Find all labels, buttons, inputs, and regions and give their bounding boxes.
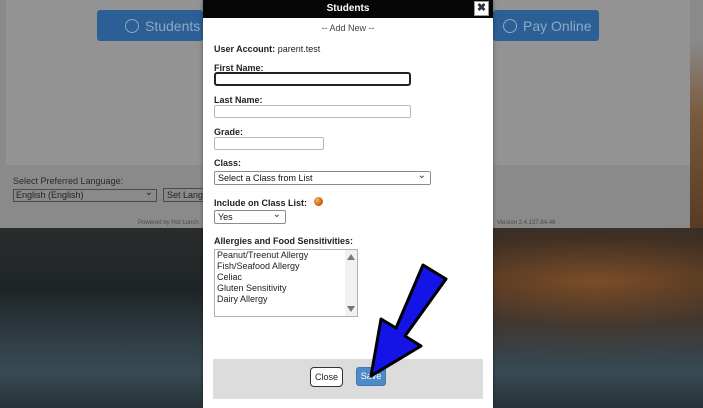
user-account-row: User Account: parent.test [214, 44, 320, 54]
version-text: Version 2.4.137.84.46 [497, 220, 556, 226]
pay-online-label: Pay Online [523, 17, 592, 34]
background-scenery-edge [690, 40, 703, 228]
user-account-label: User Account: [214, 44, 276, 54]
scroll-down-icon[interactable] [347, 306, 355, 312]
close-icon[interactable]: ✖ [474, 1, 489, 16]
powered-by-text: Powered by Hot Lunch [138, 220, 199, 226]
students-nav-label: Students [145, 17, 201, 34]
class-select-value: Select a Class from List [218, 173, 313, 183]
grade-field[interactable] [214, 137, 324, 150]
user-icon [503, 18, 517, 33]
grade-label: Grade: [214, 127, 244, 137]
class-label: Class: [214, 158, 242, 168]
include-class-list-select[interactable]: Yes ⌄ [214, 209, 286, 224]
allergy-option[interactable]: Celiac [215, 272, 357, 283]
language-select[interactable]: English (English) [13, 187, 157, 202]
save-button[interactable]: Save [356, 367, 386, 386]
first-name-field[interactable] [214, 72, 411, 86]
students-modal: Students ✖ -- Add New -- User Account: p… [203, 0, 493, 408]
add-new-heading: -- Add New -- [321, 23, 375, 33]
allergy-option[interactable]: Dairy Allergy [215, 294, 357, 305]
allergies-label: Allergies and Food Sensitivities: [214, 236, 354, 246]
last-name-field[interactable] [214, 105, 411, 118]
allergy-option[interactable]: Gluten Sensitivity [215, 283, 357, 294]
include-select-value: Yes [218, 212, 233, 222]
allergies-listbox[interactable]: Peanut/Treenut Allergy Fish/Seafood Alle… [214, 249, 358, 317]
class-select[interactable]: Select a Class from List ⌄ [214, 170, 431, 185]
close-button[interactable]: Close [310, 367, 343, 387]
allergy-option[interactable]: Peanut/Treenut Allergy [215, 250, 357, 261]
users-icon [125, 18, 139, 33]
modal-footer [213, 359, 483, 399]
pay-online-button[interactable]: Pay Online [493, 10, 599, 41]
user-account-value: parent.test [277, 44, 321, 54]
scroll-up-icon[interactable] [347, 254, 355, 260]
allergy-option[interactable]: Fish/Seafood Allergy [215, 261, 357, 272]
language-label: Select Preferred Language: [13, 176, 124, 186]
info-icon[interactable] [314, 197, 323, 206]
students-nav-button[interactable]: Students [97, 10, 203, 41]
include-class-list-label: Include on Class List: [214, 198, 308, 208]
modal-title: Students [203, 0, 493, 18]
set-language-button[interactable]: Set Language [163, 188, 205, 202]
last-name-label: Last Name: [214, 95, 263, 105]
chevron-down-icon: ⌄ [417, 170, 426, 181]
listbox-scrollbar[interactable] [345, 250, 357, 316]
chevron-down-icon: ⌄ [272, 209, 281, 220]
